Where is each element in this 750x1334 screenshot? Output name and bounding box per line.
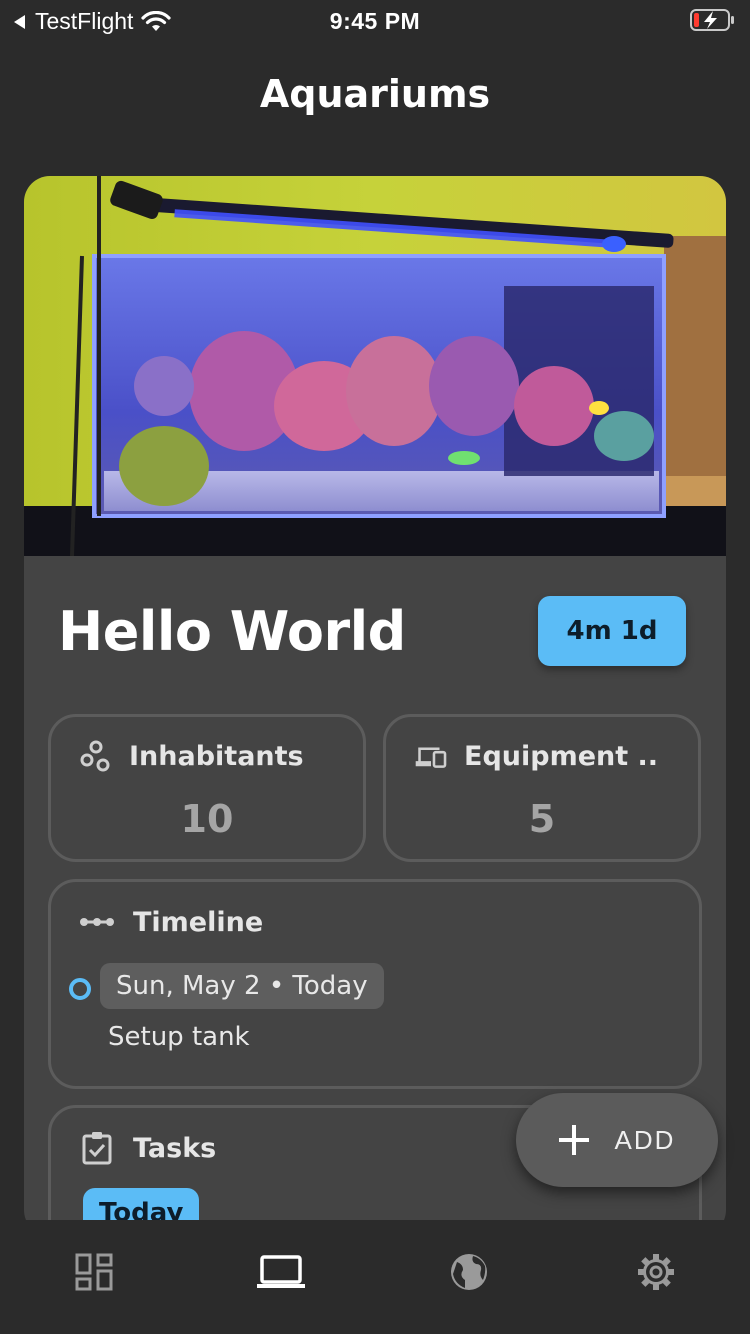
- aquarium-name: Hello World: [58, 600, 406, 663]
- gear-icon: [638, 1254, 675, 1290]
- dashboard-icon: [75, 1253, 113, 1291]
- battery-charging-icon: [690, 9, 734, 31]
- equipment-count: 5: [528, 797, 556, 841]
- inhabitants-count: 10: [180, 797, 234, 841]
- add-button[interactable]: ADD: [516, 1093, 718, 1187]
- bottom-nav: [0, 1220, 750, 1334]
- inhabitants-card[interactable]: Inhabitants 10: [48, 714, 366, 862]
- nav-item-explore[interactable]: [375, 1220, 563, 1324]
- tasks-label: Tasks: [133, 1132, 217, 1164]
- clipboard-check-icon: [79, 1130, 115, 1166]
- nav-item-aquariums[interactable]: [188, 1220, 376, 1324]
- timeline-dot-icon: [69, 978, 91, 1000]
- timeline-label: Timeline: [133, 906, 264, 938]
- timeline-icon: [79, 904, 115, 940]
- aquarium-photo[interactable]: [24, 176, 726, 556]
- laptop-icon: [257, 1255, 306, 1288]
- nav-item-dashboard[interactable]: [0, 1220, 188, 1324]
- inhabitants-icon: [79, 739, 113, 773]
- nav-item-settings[interactable]: [563, 1220, 750, 1324]
- clock: 9:45 PM: [329, 8, 421, 34]
- timeline-date: Sun, May 2 • Today: [100, 963, 384, 1009]
- equipment-label: Equipment ..: [464, 740, 659, 772]
- timeline-event[interactable]: Setup tank: [108, 1022, 250, 1052]
- globe-icon: [450, 1254, 487, 1290]
- equipment-card[interactable]: Equipment .. 5: [383, 714, 701, 862]
- plus-icon: [558, 1125, 589, 1155]
- devices-icon: [414, 739, 448, 773]
- timeline-card[interactable]: Timeline Sun, May 2 • Today Setup tank: [48, 879, 702, 1089]
- status-bar: TestFlight 9:45 PM: [0, 0, 750, 44]
- aquarium-card[interactable]: Hello World 4m 1d Inhabitants 10 Equipme…: [24, 176, 726, 1236]
- inhabitants-label: Inhabitants: [129, 740, 304, 772]
- age-badge: 4m 1d: [538, 596, 686, 666]
- page-title: Aquariums: [259, 72, 491, 116]
- add-button-label: ADD: [614, 1124, 676, 1155]
